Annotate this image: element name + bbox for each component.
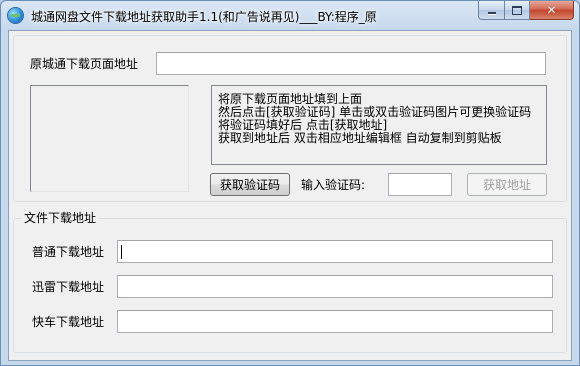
kuaiche-download-field[interactable]: [118, 311, 552, 332]
download-group-title: 文件下载地址: [21, 211, 100, 225]
normal-download-input[interactable]: [117, 240, 553, 263]
thunder-download-input[interactable]: [117, 275, 553, 298]
minimize-button[interactable]: [478, 1, 505, 20]
kuaiche-download-input[interactable]: [117, 310, 553, 333]
instruction-line: 获取到地址后 双击相应地址编辑框 自动复制到剪贴板: [218, 131, 502, 145]
captcha-field[interactable]: [389, 174, 451, 195]
captcha-input[interactable]: [388, 173, 452, 196]
close-button[interactable]: ✕: [530, 1, 574, 20]
normal-download-field[interactable]: [118, 241, 552, 262]
page-url-label: 原城通下载页面地址: [30, 57, 139, 71]
caption-buttons: ✕: [478, 1, 574, 21]
window-title: 城通网盘文件下载地址获取助手1.1(和广告说再见)___BY:程序_原: [31, 10, 377, 24]
normal-download-label: 普通下载地址: [32, 245, 105, 259]
get-captcha-button[interactable]: 获取验证码: [210, 173, 290, 196]
close-icon: ✕: [546, 3, 557, 17]
page-url-input[interactable]: [156, 52, 546, 75]
thunder-download-field[interactable]: [118, 276, 552, 297]
globe-icon: [8, 8, 23, 23]
instructions-panel: 将原下载页面地址填到上面 然后点击[获取验证码] 单击或双击验证码图片可更换验证…: [211, 85, 547, 165]
kuaiche-download-label: 快车下载地址: [32, 315, 105, 329]
client-area: 原城通下载页面地址 将原下载页面地址填到上面 然后点击[获取验证码] 单击或双击…: [8, 30, 572, 361]
app-window: 城通网盘文件下载地址获取助手1.1(和广告说再见)___BY:程序_原 ✕ 原城…: [0, 0, 580, 366]
input-group: 原城通下载页面地址 将原下载页面地址填到上面 然后点击[获取验证码] 单击或双击…: [13, 35, 567, 202]
captcha-input-label: 输入验证码:: [301, 178, 366, 192]
page-url-field[interactable]: [157, 53, 545, 74]
get-address-button[interactable]: 获取地址: [467, 173, 547, 196]
download-group: 文件下载地址 普通下载地址 迅雷下载地址 快车下载地址: [13, 211, 567, 353]
thunder-download-label: 迅雷下载地址: [32, 280, 105, 294]
maximize-icon: [512, 5, 522, 15]
text-caret: [121, 245, 122, 259]
minimize-icon: [487, 11, 496, 14]
title-bar[interactable]: 城通网盘文件下载地址获取助手1.1(和广告说再见)___BY:程序_原 ✕: [1, 1, 579, 30]
maximize-button[interactable]: [505, 1, 530, 20]
captcha-image[interactable]: [30, 85, 189, 192]
